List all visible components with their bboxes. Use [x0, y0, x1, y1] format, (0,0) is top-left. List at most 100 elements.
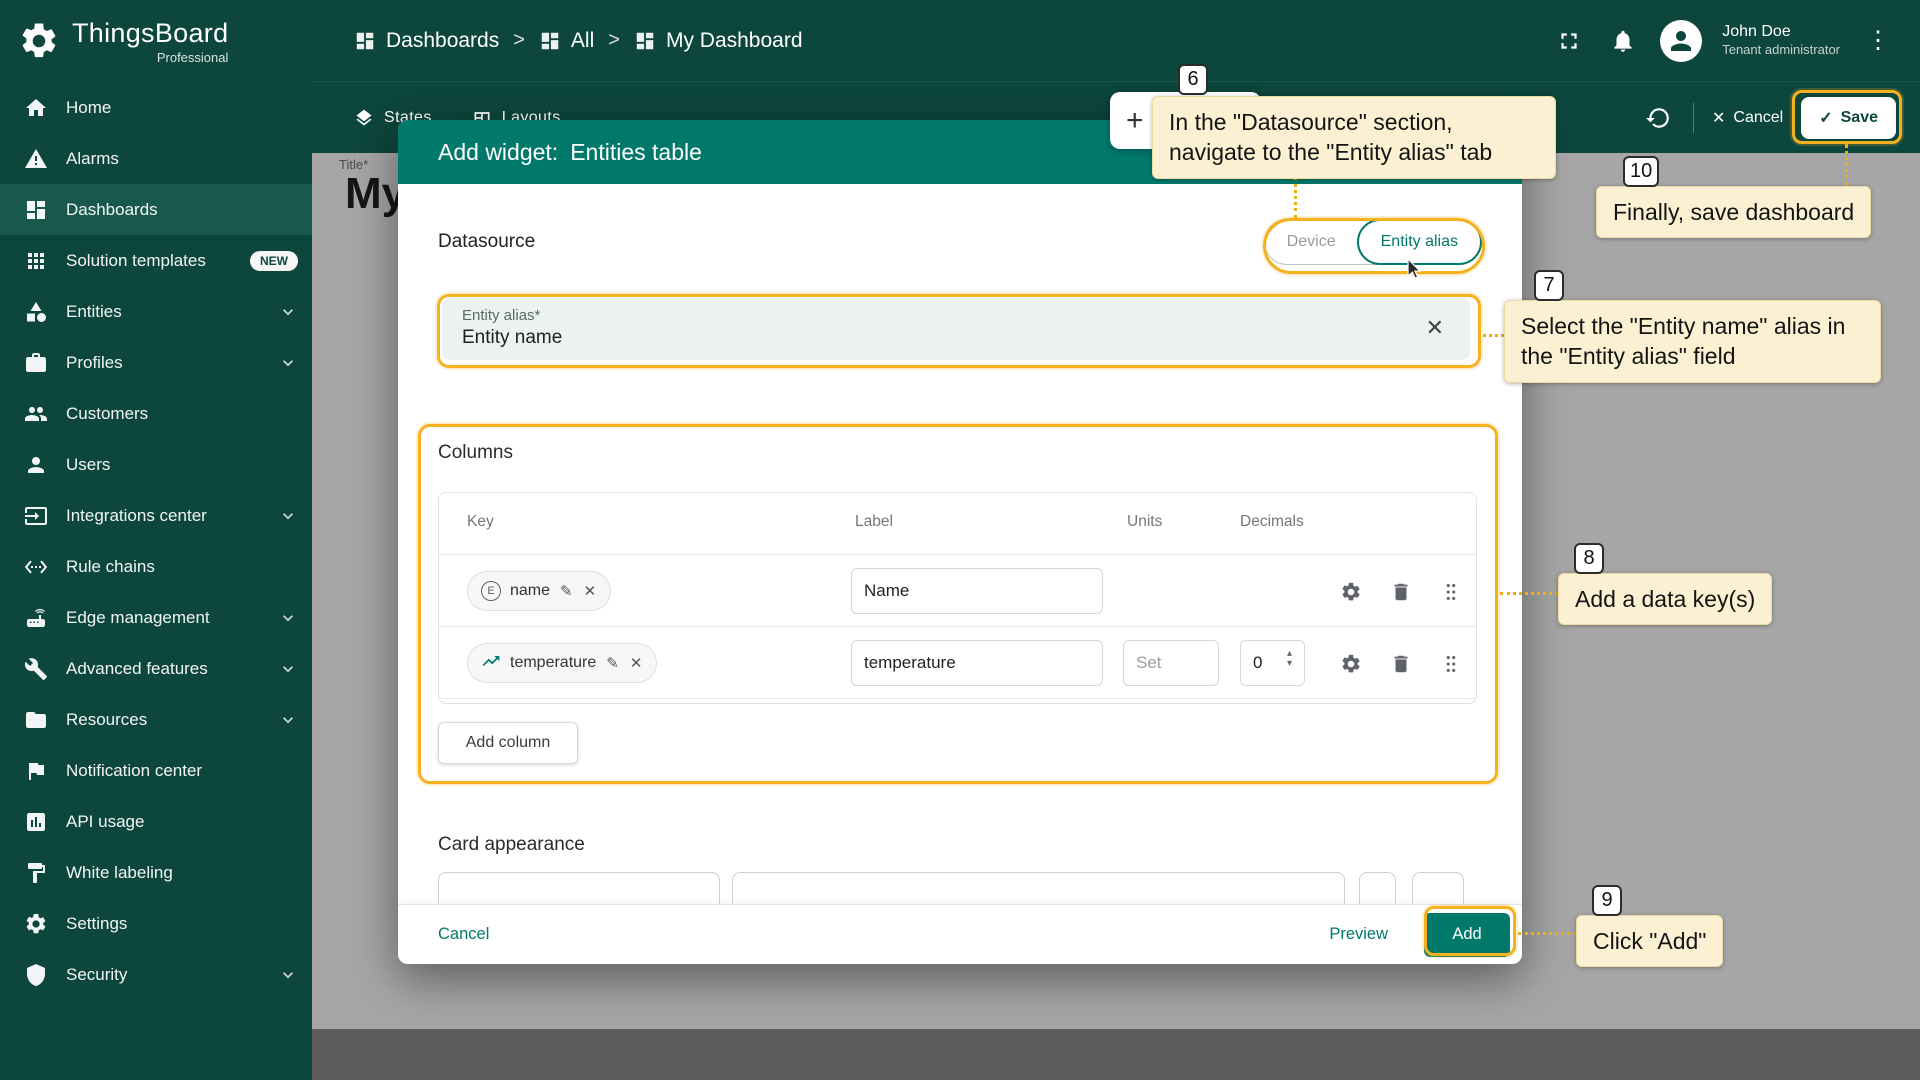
step-number-badge: 9	[1592, 885, 1622, 916]
drag-handle[interactable]	[1433, 646, 1469, 682]
breadcrumb-separator: >	[513, 29, 525, 52]
sidebar-item-alarms[interactable]: Alarms	[0, 133, 312, 184]
column-units-input[interactable]	[1123, 640, 1219, 686]
data-key-chip-name[interactable]: E name ✎ ✕	[467, 571, 611, 611]
paint-icon	[24, 861, 50, 885]
data-key-label: temperature	[510, 654, 596, 672]
sidebar-item-customers[interactable]: Customers	[0, 388, 312, 439]
sidebar-item-notification-center[interactable]: Notification center	[0, 745, 312, 796]
dialog-cancel-button[interactable]: Cancel	[438, 925, 489, 944]
clear-alias-button[interactable]: ✕	[1426, 315, 1444, 341]
sidebar-item-label: Solution templates	[66, 251, 206, 271]
people-icon	[24, 402, 50, 426]
callout-step8: Add a data key(s)	[1558, 573, 1772, 625]
decimals-stepper[interactable]: ▴ ▾	[1287, 649, 1292, 669]
toggle-device[interactable]: Device	[1265, 220, 1358, 264]
column-header-decimals: Decimals	[1240, 513, 1304, 531]
sidebar-item-solution-templates[interactable]: Solution templates NEW	[0, 235, 312, 286]
step-number-badge: 7	[1534, 270, 1564, 301]
avatar[interactable]	[1660, 20, 1702, 62]
edit-key-button[interactable]: ✎	[559, 582, 574, 600]
more-menu-button[interactable]: ⋮	[1860, 26, 1896, 55]
delete-column-button[interactable]	[1383, 646, 1419, 682]
sidebar-item-settings[interactable]: Settings	[0, 898, 312, 949]
kebab-icon: ⋮	[1866, 27, 1890, 54]
history-button[interactable]	[1641, 101, 1675, 135]
card-appearance-field[interactable]	[1412, 872, 1464, 906]
sidebar-item-home[interactable]: Home	[0, 82, 312, 133]
sidebar-item-integrations-center[interactable]: Integrations center	[0, 490, 312, 541]
sidebar-item-entities[interactable]: Entities	[0, 286, 312, 337]
sidebar-item-api-usage[interactable]: API usage	[0, 796, 312, 847]
brand-logo[interactable]: ThingsBoard Professional	[0, 0, 312, 82]
plus-icon: +	[1126, 104, 1144, 137]
sidebar-item-label: Integrations center	[66, 506, 207, 526]
sidebar-item-white-labeling[interactable]: White labeling	[0, 847, 312, 898]
sidebar-item-dashboards[interactable]: Dashboards	[0, 184, 312, 235]
breadcrumb-label: Dashboards	[386, 29, 499, 53]
sidebar-item-label: Advanced features	[66, 659, 208, 679]
table-row: E name ✎ ✕	[439, 555, 1476, 627]
cancel-button[interactable]: ✕ Cancel	[1712, 108, 1783, 128]
stepper-down-icon[interactable]: ▾	[1287, 659, 1292, 669]
card-appearance-field[interactable]	[732, 872, 1345, 906]
edit-key-button[interactable]: ✎	[605, 654, 620, 672]
column-label-input[interactable]	[851, 640, 1103, 686]
add-column-button[interactable]: Add column	[438, 722, 578, 764]
toggle-entity-alias[interactable]: Entity alias	[1357, 219, 1482, 265]
add-widget-dialog: Add widget: Entities table Datasource De…	[398, 120, 1522, 964]
sidebar-item-rule-chains[interactable]: Rule chains	[0, 541, 312, 592]
step-number-badge: 10	[1623, 156, 1659, 187]
remove-key-button[interactable]: ✕	[583, 582, 598, 600]
callout-step10: Finally, save dashboard	[1596, 186, 1871, 238]
save-label: Save	[1841, 109, 1878, 127]
sidebar-item-label: Dashboards	[66, 200, 158, 220]
sidebar-item-users[interactable]: Users	[0, 439, 312, 490]
callout-step7: Select the "Entity name" alias in the "E…	[1504, 300, 1881, 383]
sidebar-item-label: Profiles	[66, 353, 123, 373]
chevron-down-icon	[278, 710, 298, 730]
drag-dots-icon	[1440, 581, 1462, 603]
fullscreen-icon	[1556, 28, 1582, 54]
save-button[interactable]: ✓ Save	[1801, 97, 1896, 139]
check-icon: ✓	[1819, 108, 1832, 128]
close-icon: ✕	[584, 583, 597, 600]
preview-button[interactable]: Preview	[1329, 925, 1388, 944]
dashboards-icon	[634, 30, 656, 52]
entity-alias-field[interactable]: Entity alias* Entity name ✕	[442, 298, 1470, 360]
card-appearance-title: Card appearance	[438, 834, 585, 856]
drag-handle[interactable]	[1433, 574, 1469, 610]
column-settings-button[interactable]	[1333, 574, 1369, 610]
notifications-button[interactable]	[1606, 24, 1640, 58]
pencil-icon: ✎	[606, 655, 619, 672]
delete-column-button[interactable]	[1383, 574, 1419, 610]
chevron-down-icon	[278, 506, 298, 526]
thingsboard-logo-icon	[18, 20, 60, 62]
breadcrumb-item-all[interactable]: All	[539, 29, 594, 53]
sidebar-item-label: Settings	[66, 914, 127, 934]
column-label-input[interactable]	[851, 568, 1103, 614]
breadcrumb-item-dashboards[interactable]: Dashboards	[354, 29, 499, 53]
remove-key-button[interactable]: ✕	[629, 654, 644, 672]
column-settings-button[interactable]	[1333, 646, 1369, 682]
close-icon: ✕	[630, 655, 643, 672]
dialog-add-button[interactable]: Add	[1424, 913, 1510, 957]
sidebar-item-profiles[interactable]: Profiles	[0, 337, 312, 388]
column-decimals-input[interactable]	[1240, 640, 1305, 686]
sidebar-item-edge-management[interactable]: Edge management	[0, 592, 312, 643]
layers-icon	[354, 108, 374, 128]
fullscreen-button[interactable]	[1552, 24, 1586, 58]
sidebar-item-advanced-features[interactable]: Advanced features	[0, 643, 312, 694]
dashboards-icon	[354, 30, 376, 52]
breadcrumb-item-my-dashboard[interactable]: My Dashboard	[634, 29, 803, 53]
card-appearance-field[interactable]	[1359, 872, 1396, 906]
sidebar-item-security[interactable]: Security	[0, 949, 312, 1000]
header-actions: John Doe Tenant administrator ⋮	[1552, 20, 1896, 62]
step-number-badge: 6	[1178, 64, 1208, 95]
sidebar-item-label: Home	[66, 98, 111, 118]
card-appearance-field[interactable]	[438, 872, 720, 906]
datasource-type-toggle: Device Entity alias	[1264, 219, 1482, 265]
sidebar-item-label: Entities	[66, 302, 122, 322]
sidebar-item-resources[interactable]: Resources	[0, 694, 312, 745]
data-key-chip-temperature[interactable]: temperature ✎ ✕	[467, 643, 657, 683]
